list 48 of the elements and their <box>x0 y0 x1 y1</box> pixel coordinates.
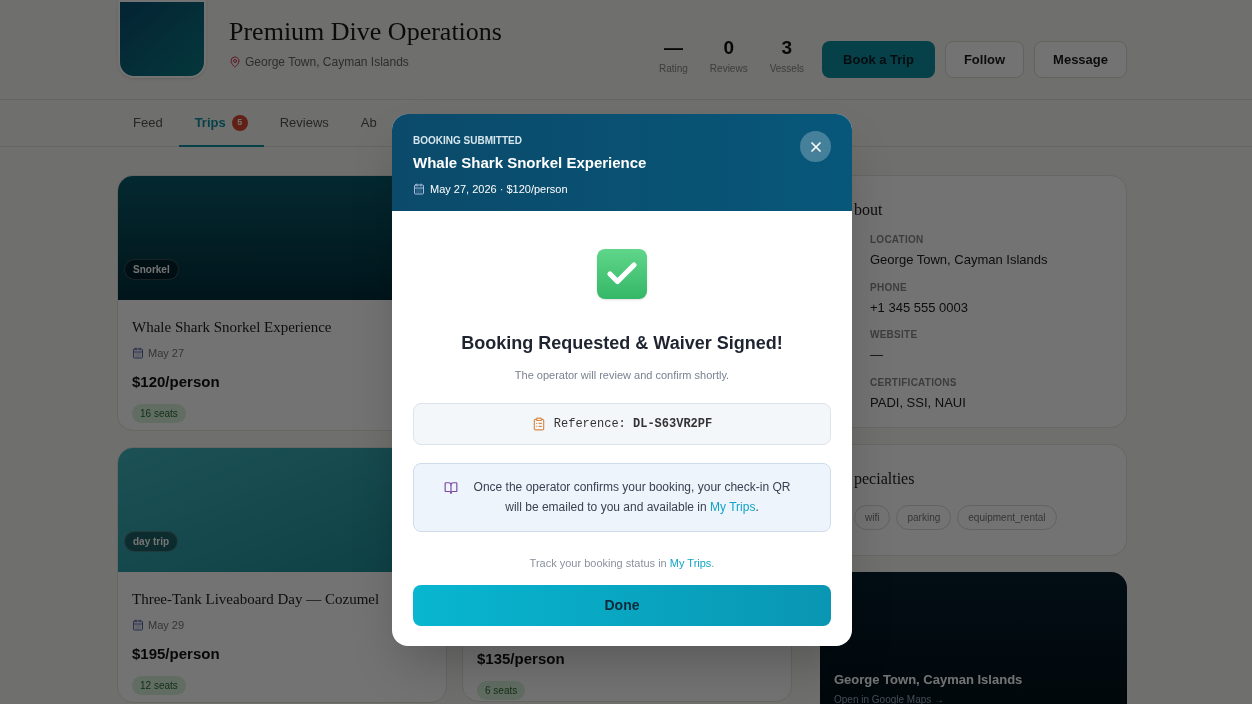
trip-price: $120/person <box>132 372 220 392</box>
trip-title: Whale Shark Snorkel Experience <box>132 318 332 337</box>
check-icon <box>597 249 647 299</box>
operator-location: George Town, Cayman Islands <box>245 53 409 71</box>
trip-card[interactable]: Snorkel Whale Shark Snorkel Experience May 27 $120/person 16 seats <box>117 175 393 431</box>
header-button[interactable]: Message <box>1034 41 1127 78</box>
success-heading: Booking Requested & Waiver Signed! <box>461 332 783 355</box>
pin-icon <box>229 55 241 68</box>
map-title: George Town, Cayman Islands <box>834 671 1023 689</box>
trip-price: $135/person <box>477 649 565 669</box>
stat-value: 0 <box>723 38 735 57</box>
tab[interactable]: Trips 5 <box>178 100 264 147</box>
close-button[interactable] <box>800 131 831 162</box>
trip-date: May 27 <box>148 345 185 361</box>
dialog-meta: May 27, 2026 · $120/person <box>430 181 568 197</box>
calendar-icon <box>413 182 425 195</box>
info-value: PADI, SSI, NAUI <box>870 393 967 412</box>
seats-badge: 16 seats <box>132 403 186 423</box>
calendar-icon <box>132 346 144 359</box>
book-icon <box>444 480 458 495</box>
seats-badge: 6 seats <box>477 680 526 700</box>
book-trip-button[interactable]: Book a Trip <box>822 41 935 78</box>
operator-name: Premium Dive Operations <box>229 16 502 48</box>
trip-date: May 29 <box>148 617 185 633</box>
success-subtitle: The operator will review and confirm shortly. <box>514 368 730 383</box>
info-value: — <box>870 346 884 364</box>
dialog-eyebrow: BOOKING SUBMITTED <box>413 134 522 148</box>
calendar-icon <box>132 618 144 631</box>
done-button[interactable]: Done <box>413 585 831 626</box>
trip-price: $195/person <box>132 644 220 664</box>
stat-value: 3 <box>781 38 793 57</box>
info-value: +1 345 555 0003 <box>870 298 969 317</box>
trip-title: Three-Tank Liveaboard Day — Cozumel <box>132 590 380 609</box>
tab[interactable]: Feed <box>117 100 179 147</box>
card-heading: bout <box>854 200 884 220</box>
clipboard-icon <box>531 416 546 431</box>
seats-badge: 12 seats <box>132 675 186 695</box>
track-note: Track your booking status in My Trips. <box>529 555 715 571</box>
count-badge: 5 <box>231 114 248 131</box>
check-in-note: Once the operator confirms your booking, your check-in QR will be emailed to you and available in My Trips. <box>472 479 792 516</box>
card-heading: pecialties <box>854 469 916 490</box>
tab[interactable]: Reviews <box>263 100 345 147</box>
stat-value: — <box>663 38 683 57</box>
header-button[interactable]: Follow <box>944 41 1025 78</box>
info-value: George Town, Cayman Islands <box>870 251 1049 269</box>
reference-code: Reference: DL-S63VR2PF <box>553 415 713 433</box>
dialog-title: Whale Shark Snorkel Experience <box>413 153 647 173</box>
tab[interactable]: Ab <box>344 100 393 147</box>
